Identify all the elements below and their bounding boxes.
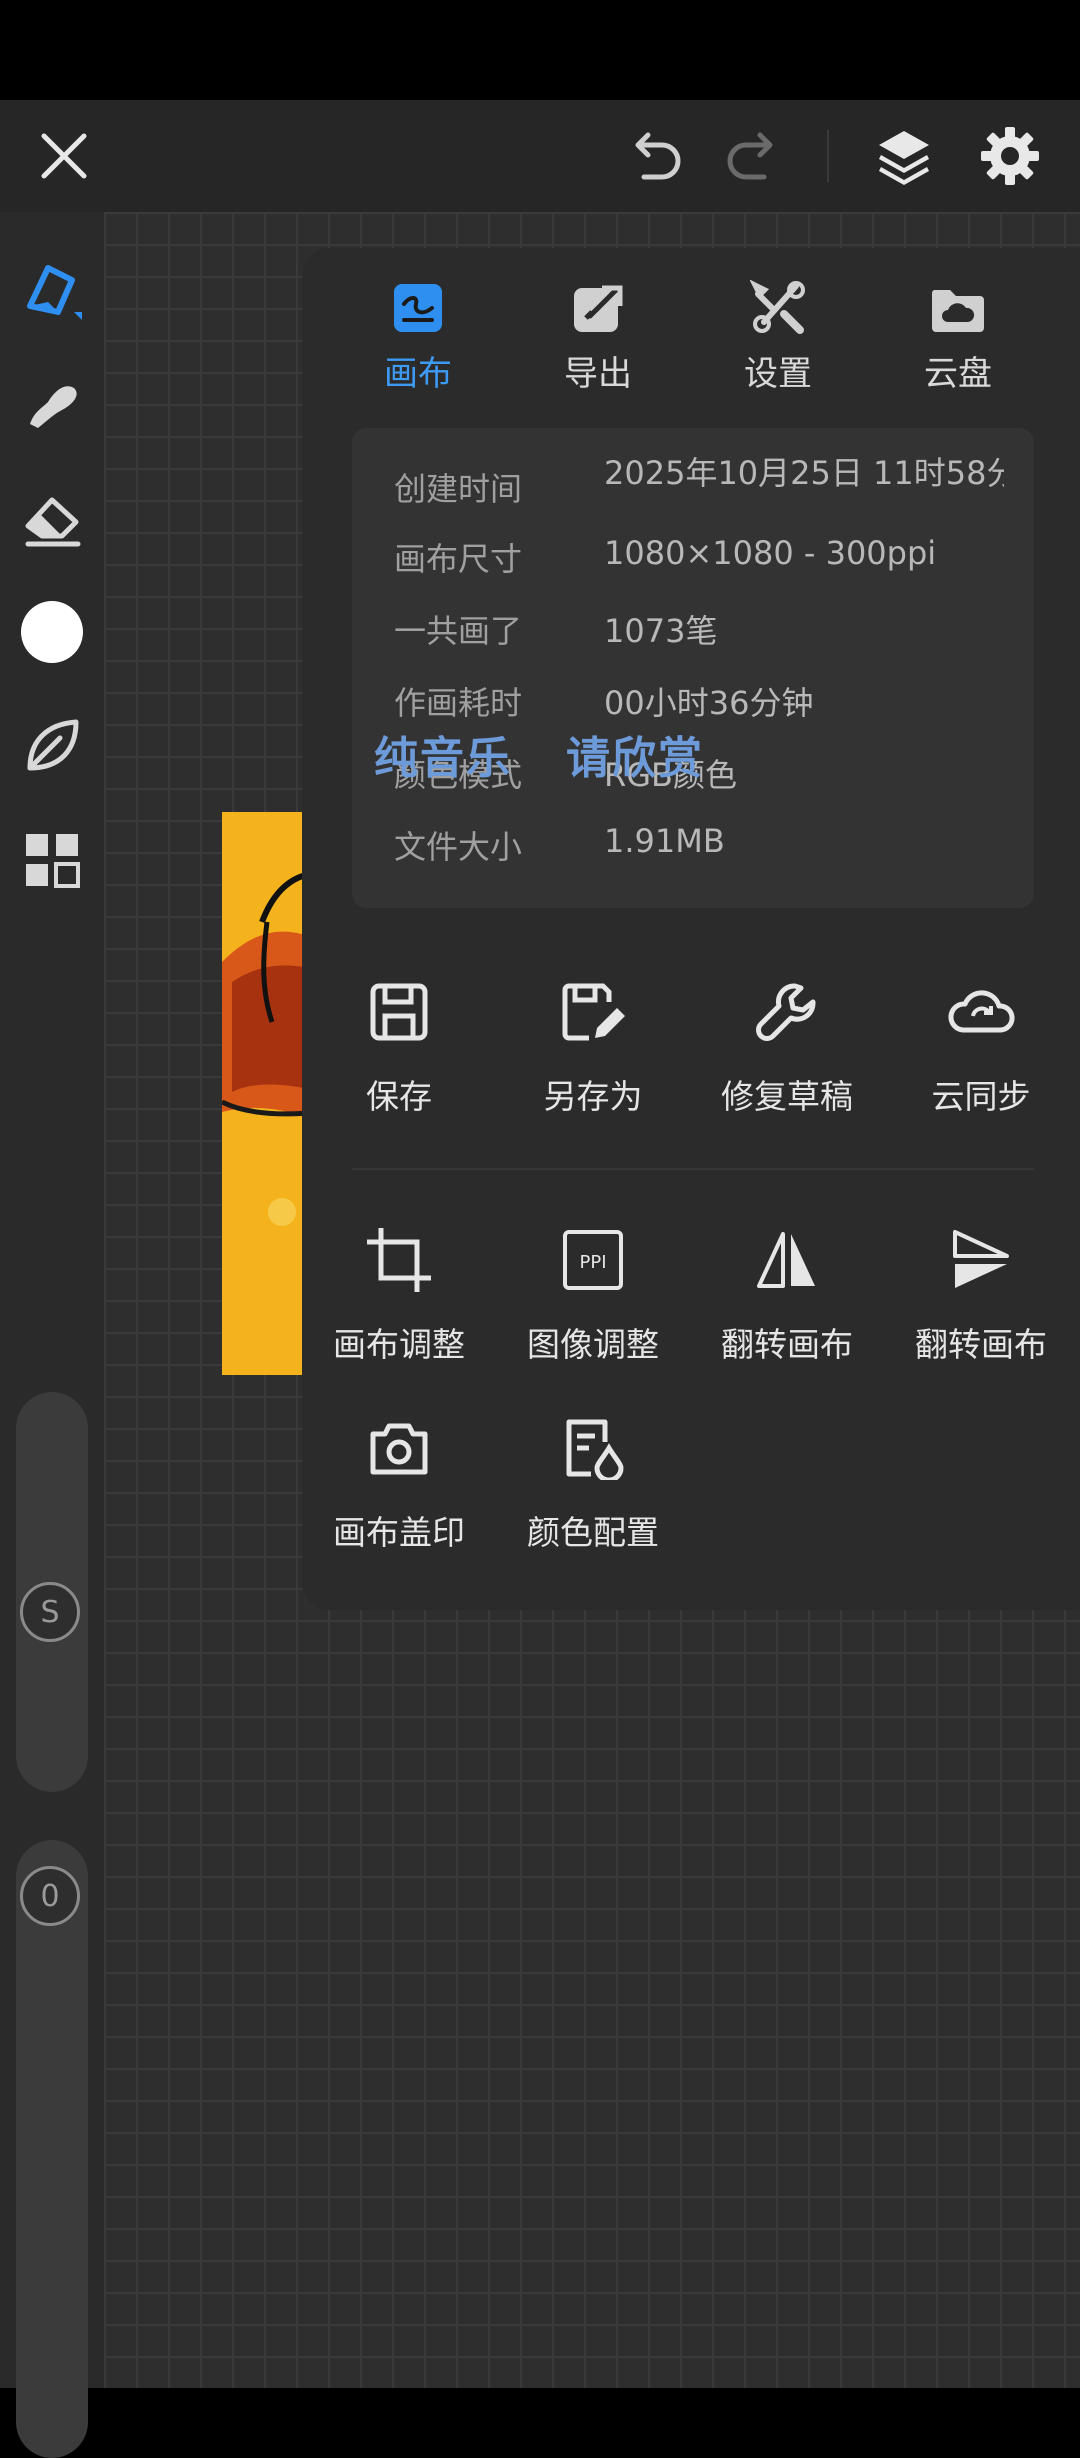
action-label: 保存 [366, 1077, 432, 1116]
camera-icon [302, 1406, 496, 1490]
opacity-slider-knob[interactable]: 0 [20, 1866, 80, 1926]
action-label: 修复草稿 [721, 1077, 853, 1116]
save-icon [302, 970, 496, 1054]
action-label: 翻转画布 [721, 1325, 853, 1364]
save-button[interactable]: 保存 [302, 970, 496, 1130]
brush-size-slider[interactable]: S [16, 1392, 88, 1792]
wrench-icon [690, 970, 884, 1054]
export-icon [528, 278, 668, 338]
canvas-menu-panel: 画布 导出 设置 云盘 创建时间 2025年10月25日 11时58分 画布尺寸… [302, 248, 1080, 1610]
status-bar [0, 0, 1080, 100]
canvas-icon [348, 278, 488, 338]
color-config-icon [496, 1406, 690, 1490]
flip-horizontal-icon [690, 1218, 884, 1302]
toolbar-divider [827, 130, 829, 182]
top-bar [0, 100, 1080, 212]
color-picker-button[interactable] [10, 590, 94, 674]
canvas-adjust-button[interactable]: 画布调整 [302, 1218, 496, 1378]
action-label: 另存为 [543, 1077, 643, 1116]
info-key: 一共画了 [394, 612, 523, 650]
tab-label: 设置 [744, 354, 812, 394]
flip-vertical-icon [884, 1218, 1078, 1302]
info-value: 1073笔 [604, 612, 718, 650]
undo-icon[interactable] [618, 118, 694, 194]
info-value: 1080×1080 - 300ppi [604, 534, 937, 572]
tab-export[interactable]: 导出 [528, 278, 668, 398]
smudge-tool-icon[interactable] [10, 362, 94, 446]
info-key: 文件大小 [394, 828, 523, 866]
leaf-tool-icon[interactable] [10, 704, 94, 788]
tab-label: 导出 [564, 354, 632, 394]
tab-settings[interactable]: 设置 [708, 278, 848, 398]
grid-menu-icon[interactable] [10, 818, 94, 902]
cloud-sync-button[interactable]: 云同步 [884, 970, 1078, 1130]
left-toolbar: S 0 [0, 212, 104, 2458]
flip-horizontal-button[interactable]: 翻转画布 [690, 1218, 884, 1378]
overlay-caption-right: 请欣赏 [566, 733, 704, 784]
eraser-tool-icon[interactable] [10, 476, 94, 560]
info-key: 作画耗时 [394, 684, 523, 722]
size-slider-knob[interactable]: S [20, 1582, 80, 1642]
info-key: 画布尺寸 [394, 540, 523, 578]
repair-draft-button[interactable]: 修复草稿 [690, 970, 884, 1130]
panel-divider [352, 1168, 1034, 1170]
close-icon[interactable] [26, 118, 102, 194]
ppi-icon: PPI [496, 1218, 690, 1302]
redo-icon[interactable] [714, 118, 790, 194]
cloud-sync-icon [884, 970, 1078, 1054]
current-color-swatch [21, 601, 83, 663]
save-as-icon [496, 970, 690, 1054]
tab-cloud[interactable]: 云盘 [888, 278, 1028, 398]
info-key: 创建时间 [394, 470, 523, 508]
color-config-button[interactable]: 颜色配置 [496, 1406, 690, 1566]
tools-icon [708, 278, 848, 338]
overlay-caption-left: 纯音乐 [374, 733, 512, 784]
cloud-folder-icon [888, 278, 1028, 338]
canvas-stamp-button[interactable]: 画布盖印 [302, 1406, 496, 1566]
info-value: 00小时36分钟 [604, 684, 814, 722]
save-as-button[interactable]: 另存为 [496, 970, 690, 1130]
tab-canvas[interactable]: 画布 [348, 278, 488, 398]
action-label: 画布盖印 [333, 1513, 465, 1552]
gear-icon[interactable] [972, 118, 1048, 194]
layers-icon[interactable] [866, 118, 942, 194]
tab-label: 画布 [384, 354, 452, 394]
image-adjust-button[interactable]: PPI 图像调整 [496, 1218, 690, 1378]
svg-text:PPI: PPI [579, 1252, 606, 1273]
tab-label: 云盘 [924, 354, 992, 394]
action-label: 颜色配置 [527, 1513, 659, 1552]
action-label: 翻转画布 [915, 1325, 1047, 1364]
brush-tool-icon[interactable] [10, 248, 94, 332]
flip-vertical-button[interactable]: 翻转画布 [884, 1218, 1078, 1378]
opacity-slider[interactable]: 0 [16, 1840, 88, 2458]
action-label: 图像调整 [527, 1325, 659, 1364]
action-label: 画布调整 [333, 1325, 465, 1364]
action-label: 云同步 [931, 1077, 1031, 1116]
info-value: 1.91MB [604, 822, 725, 860]
info-value: 2025年10月25日 11时58分 [604, 454, 1004, 492]
crop-icon [302, 1218, 496, 1302]
canvas-info-box: 创建时间 2025年10月25日 11时58分 画布尺寸 1080×1080 -… [352, 428, 1034, 908]
